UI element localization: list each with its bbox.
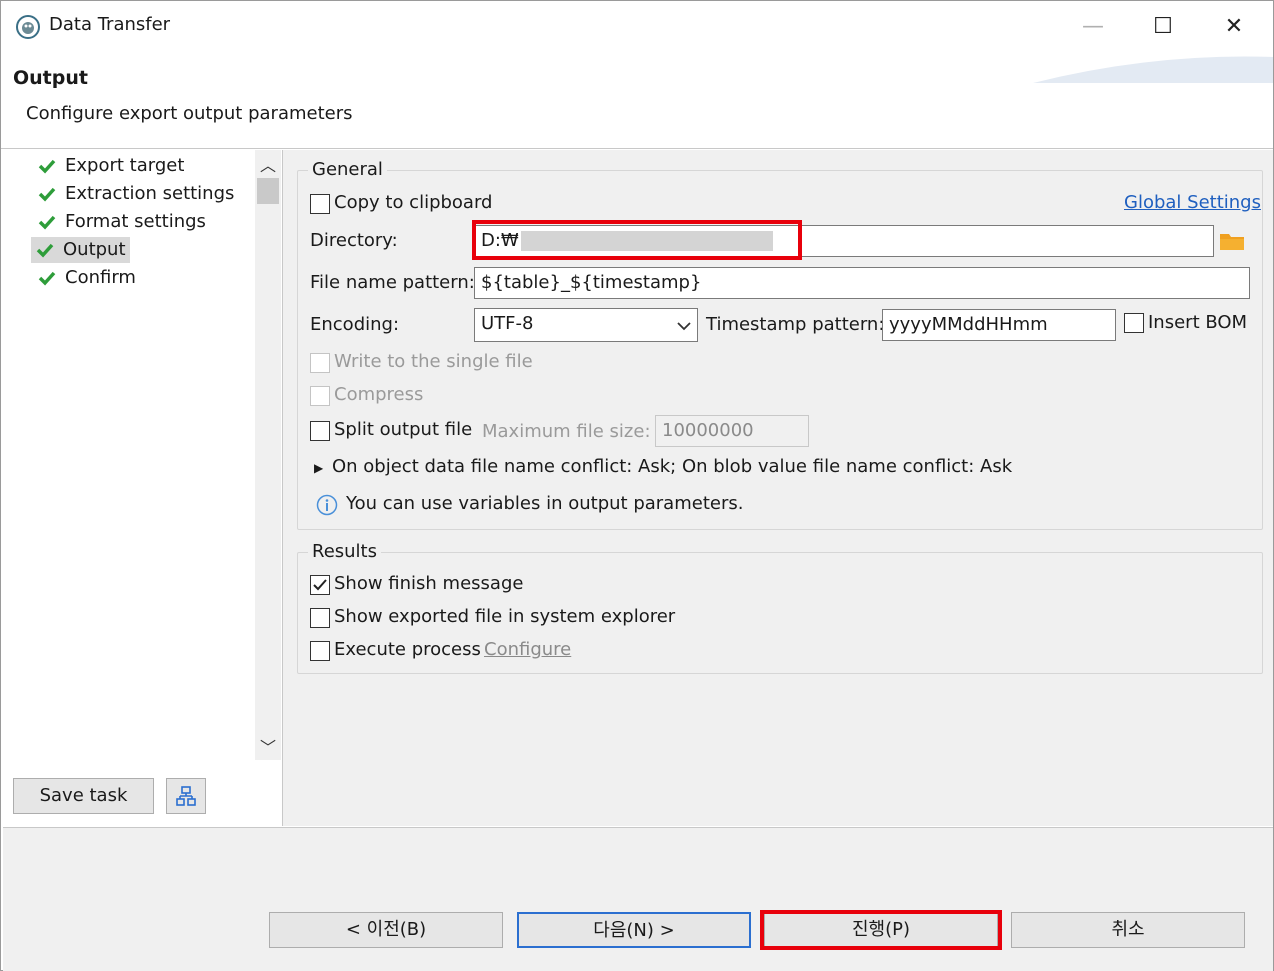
maximize-button[interactable]: ☐ — [1139, 7, 1187, 47]
wizard-footer: < 이전(B) 다음(N) > 진행(P) 취소 — [3, 827, 1273, 971]
expand-arrow-icon[interactable]: ▶ — [314, 461, 323, 475]
next-button[interactable]: 다음(N) > — [517, 912, 751, 948]
directory-label: Directory: — [310, 230, 398, 251]
encoding-value: UTF-8 — [481, 313, 534, 334]
back-button[interactable]: < 이전(B) — [269, 912, 503, 948]
nav-item-label: Export target — [65, 155, 185, 176]
dbeaver-app-icon — [16, 15, 40, 39]
check-icon — [38, 215, 56, 230]
write-single-file-label: Write to the single file — [334, 351, 533, 372]
wizard-step-list: Export target Extraction settings Format… — [3, 150, 255, 760]
output-settings-content: General Copy to clipboard Global Setting… — [289, 150, 1273, 826]
save-task-button[interactable]: Save task — [13, 778, 154, 814]
nav-item-output[interactable]: Output — [31, 237, 130, 263]
folder-icon[interactable] — [1219, 230, 1245, 252]
max-file-size-input[interactable]: 10000000 — [655, 415, 809, 447]
configure-link[interactable]: Configure — [484, 639, 571, 660]
task-config-button[interactable] — [166, 778, 206, 814]
nav-item-extraction-settings[interactable]: Extraction settings — [33, 181, 238, 207]
task-tree-icon — [176, 786, 196, 806]
variables-info-text: You can use variables in output paramete… — [346, 493, 744, 514]
insert-bom-checkbox[interactable] — [1124, 313, 1144, 333]
split-output-file-checkbox[interactable] — [310, 421, 330, 441]
show-exported-file-checkbox[interactable] — [310, 608, 330, 628]
wizard-header: Output Configure export output parameter… — [1, 53, 1273, 149]
timestamp-pattern-input[interactable]: yyyyMMddHHmm — [882, 309, 1116, 341]
header-decoration — [1033, 56, 1273, 83]
file-name-pattern-input[interactable]: ${table}_${timestamp} — [474, 267, 1250, 299]
window-title: Data Transfer — [49, 14, 171, 35]
nav-item-export-target[interactable]: Export target — [33, 153, 188, 179]
wizard-body: Export target Extraction settings Format… — [3, 150, 1273, 826]
check-icon — [38, 159, 56, 174]
encoding-label: Encoding: — [310, 314, 400, 335]
copy-to-clipboard-label: Copy to clipboard — [334, 192, 493, 213]
max-file-size-label: Maximum file size: — [482, 421, 651, 442]
nav-item-label: Confirm — [65, 267, 136, 288]
split-output-file-label: Split output file — [334, 419, 473, 440]
show-exported-file-label: Show exported file in system explorer — [334, 606, 676, 627]
global-settings-link[interactable]: Global Settings — [1124, 192, 1261, 213]
nav-item-label: Output — [63, 239, 126, 260]
page-description: Configure export output parameters — [26, 103, 353, 124]
proceed-highlight-box — [760, 910, 1002, 950]
check-icon — [38, 271, 56, 286]
copy-to-clipboard-checkbox[interactable] — [310, 194, 330, 214]
nav-item-format-settings[interactable]: Format settings — [33, 209, 210, 235]
nav-item-label: Extraction settings — [65, 183, 235, 204]
compress-checkbox[interactable] — [310, 386, 330, 406]
checkmark-icon — [313, 579, 327, 591]
nav-item-label: Format settings — [65, 211, 206, 232]
check-icon — [36, 243, 54, 258]
close-button[interactable]: ✕ — [1210, 7, 1258, 47]
conflict-settings-text[interactable]: On object data file name conflict: Ask; … — [332, 456, 1012, 477]
page-title: Output — [13, 67, 88, 89]
general-group-title: General — [308, 159, 387, 180]
nav-scrollbar[interactable]: ︿ ﹀ — [255, 150, 281, 760]
timestamp-pattern-label: Timestamp pattern: — [706, 314, 885, 335]
scroll-down-icon[interactable]: ﹀ — [255, 736, 281, 760]
check-icon — [38, 187, 56, 202]
file-name-pattern-label: File name pattern: — [310, 272, 475, 293]
execute-process-checkbox[interactable] — [310, 641, 330, 661]
info-icon — [316, 494, 338, 516]
data-transfer-window: Data Transfer — ☐ ✕ Output Configure exp… — [0, 0, 1274, 971]
results-group-title: Results — [308, 541, 381, 562]
nav-item-confirm[interactable]: Confirm — [33, 265, 140, 291]
scroll-thumb[interactable] — [257, 178, 279, 204]
encoding-select[interactable]: UTF-8 — [474, 308, 698, 342]
chevron-down-icon — [677, 322, 691, 331]
directory-highlight-box — [472, 220, 802, 260]
title-bar: Data Transfer — ☐ ✕ — [1, 1, 1273, 53]
general-group: General Copy to clipboard Global Setting… — [297, 159, 1263, 530]
wizard-nav-panel: Export target Extraction settings Format… — [3, 150, 283, 826]
execute-process-label: Execute process — [334, 639, 481, 660]
show-finish-message-label: Show finish message — [334, 573, 524, 594]
minimize-button[interactable]: — — [1069, 7, 1117, 47]
scroll-up-icon[interactable]: ︿ — [255, 154, 281, 178]
cancel-button[interactable]: 취소 — [1011, 912, 1245, 948]
insert-bom-label: Insert BOM — [1148, 312, 1248, 333]
compress-label: Compress — [334, 384, 424, 405]
show-finish-message-checkbox[interactable] — [310, 575, 330, 595]
write-single-file-checkbox[interactable] — [310, 353, 330, 373]
results-group: Results Show finish message Show exporte… — [297, 541, 1263, 674]
